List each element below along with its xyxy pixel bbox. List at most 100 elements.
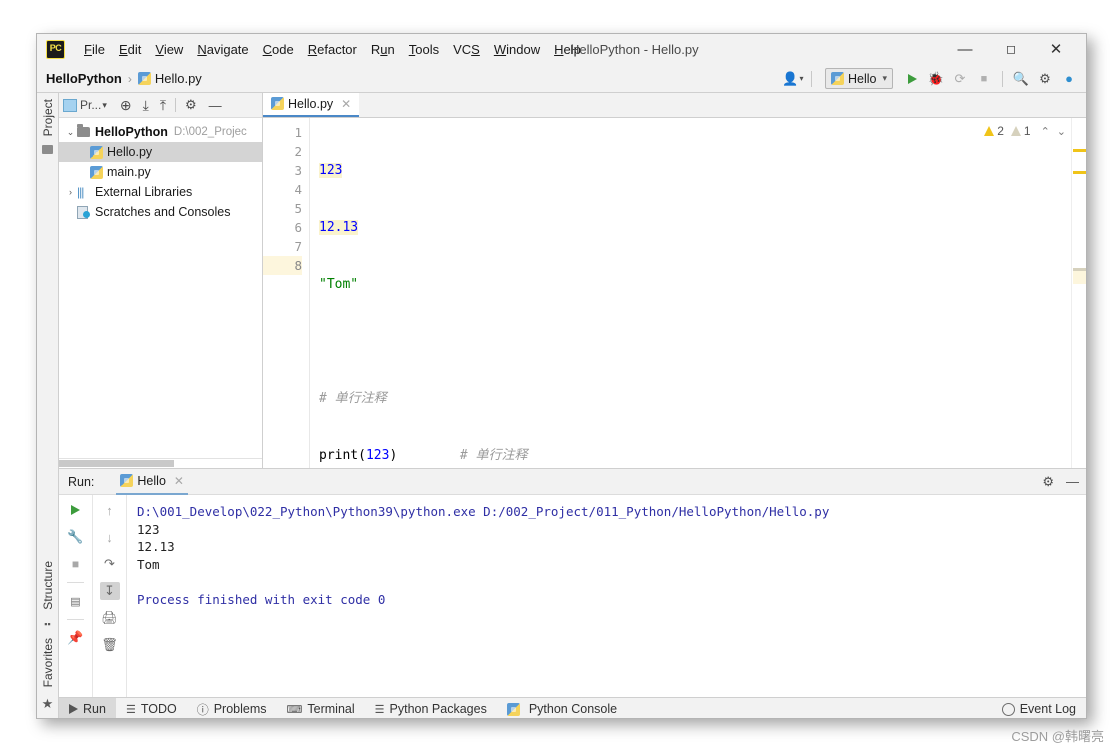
tree-row-main-py[interactable]: main.py [59,162,262,182]
stop-icon[interactable]: ■ [66,555,86,573]
breadcrumb-file[interactable]: Hello.py [155,71,202,86]
menu-edit[interactable]: Edit [112,39,148,60]
locate-file-icon[interactable]: ⊕ [116,97,136,114]
stripe-marker-warning[interactable] [1073,149,1086,152]
project-rail-folder-icon[interactable] [42,145,53,157]
tree-row-hellopython[interactable]: ⌄ HelloPython D:\002_Projec [59,122,262,142]
tree-label: HelloPython [95,125,168,139]
console-output[interactable]: D:\001_Develop\022_Python\Python39\pytho… [127,495,1086,697]
gear-icon[interactable]: ⚙ [1034,68,1056,90]
run-tab-label: Hello [137,473,166,488]
hide-panel-icon[interactable]: — [1066,474,1079,489]
chevron-down-icon[interactable]: ⌄ [64,127,77,138]
scratches-icon [77,206,90,219]
tree-label: External Libraries [95,185,193,199]
sidebar-item-favorites[interactable]: Favorites [41,632,55,693]
menu-tools[interactable]: Tools [402,39,446,60]
tab-python-console[interactable]: Python Console [497,698,627,718]
run-tool-window: Run: Hello ✕ ⚙ — 🔧 ■ ▤ 📌 ↑ ↓ ↷ ↧ 🖨 🗑 D:\… [59,468,1086,697]
star-icon[interactable]: ★ [42,696,54,712]
run-button[interactable] [901,68,923,90]
close-icon[interactable]: ✕ [341,97,351,111]
settings-wrench-icon[interactable]: 🔧 [66,528,86,546]
stop-button[interactable]: ■ [973,68,995,90]
pycharm-window: PC File Edit View Navigate Code Refactor… [36,33,1087,719]
project-tool-window: Pr... ▾ ⊕ ⤓ ⤒ ⚙ — ⌄ HelloPython D:\002_P… [59,93,263,468]
layout-icon[interactable]: ▤ [66,592,86,610]
tab-terminal[interactable]: ⌨ Terminal [277,698,365,718]
run-header-actions: ⚙ — [1042,474,1079,490]
event-log-label: Event Log [1019,702,1076,716]
rerun-icon[interactable] [66,501,86,519]
tree-label: Scratches and Consoles [95,205,231,219]
previous-problem-icon[interactable]: ⌃ [1039,125,1052,138]
code-line-5: # 单行注释 [319,389,1071,408]
search-everywhere-icon[interactable]: ● [1058,68,1080,90]
tree-row-scratches[interactable]: Scratches and Consoles [59,202,262,222]
menu-run[interactable]: Run [364,39,402,60]
python-icon [506,702,520,716]
inspection-widget[interactable]: 2 1 ⌃ ⌄ [982,123,1070,139]
maximize-button[interactable]: ◻ [991,34,1031,65]
tree-row-external-libraries[interactable]: › ||| External Libraries [59,182,262,202]
menu-vcs[interactable]: VCS [446,39,487,60]
gear-icon[interactable]: ⚙ [1042,474,1054,490]
breadcrumb: HelloPython › Hello.py [46,71,202,86]
breadcrumb-project[interactable]: HelloPython [46,71,122,86]
structure-rail-icon[interactable]: ▪▪ [44,619,50,629]
line-number-gutter: 1 2 3 4 5 6 7 8 [263,118,310,468]
run-tab-hello[interactable]: Hello ✕ [116,469,188,495]
error-stripe-marker-bar[interactable] [1071,118,1086,468]
project-view-selector[interactable]: Pr... ▾ [59,98,111,112]
account-icon[interactable]: 👤 ▾ [782,68,804,90]
tab-label: Run [83,702,106,716]
close-button[interactable]: ✕ [1036,34,1076,65]
menu-navigate[interactable]: Navigate [190,39,255,60]
tree-row-hello-py[interactable]: Hello.py [59,142,262,162]
project-settings-gear-icon[interactable]: ⚙ [181,97,201,113]
print-icon[interactable]: 🖨 [100,609,120,627]
tab-todo[interactable]: ☰ TODO [116,698,187,718]
scroll-down-icon[interactable]: ↓ [100,528,120,546]
menu-view[interactable]: View [148,39,190,60]
search-icon[interactable]: 🔍 [1010,68,1032,90]
scroll-up-icon[interactable]: ↑ [100,501,120,519]
code-token-number: 12.13 [319,220,359,235]
stripe-marker-weak[interactable] [1073,268,1086,271]
breadcrumb-separator: › [127,71,132,86]
chevron-right-icon[interactable]: › [64,187,77,197]
debug-button[interactable]: 🐞 [925,68,947,90]
minimize-button[interactable]: — [945,34,985,65]
project-horizontal-scrollbar[interactable] [59,458,262,468]
tab-run[interactable]: Run [59,698,116,718]
code-line-2: 12.13 [319,218,1071,237]
menu-file[interactable]: File [77,39,112,60]
tab-problems[interactable]: ⓘ Problems [187,698,277,718]
collapse-all-icon[interactable]: ⤒ [156,97,170,114]
menu-code[interactable]: Code [256,39,301,60]
sidebar-item-structure[interactable]: Structure [41,555,55,616]
next-problem-icon[interactable]: ⌄ [1055,125,1068,138]
close-icon[interactable]: ✕ [174,474,184,488]
stripe-marker-warning[interactable] [1073,171,1086,174]
menu-window[interactable]: Window [487,39,547,60]
expand-all-icon[interactable]: ⤓ [139,97,153,114]
code-text[interactable]: 123 12.13 "Tom" # 单行注释 print(123) # 单行注释… [310,118,1071,468]
clear-all-icon[interactable]: 🗑 [100,636,120,654]
hide-panel-icon[interactable]: — [205,98,226,113]
editor-tab-hello-py[interactable]: Hello.py ✕ [263,92,360,117]
main-body: Project Structure ▪▪ Favorites ★ Pr... ▾… [37,92,1086,718]
sidebar-item-project[interactable]: Project [41,93,55,142]
run-actions-column-right: ↑ ↓ ↷ ↧ 🖨 🗑 [93,495,127,697]
event-log-button[interactable]: Event Log [1001,702,1076,716]
scrollbar-thumb[interactable] [59,460,174,467]
soft-wrap-icon[interactable]: ↷ [100,555,120,573]
run-configuration-selector[interactable]: Hello ▾ [824,68,893,89]
scroll-to-end-icon[interactable]: ↧ [99,582,120,600]
pin-icon[interactable]: 📌 [66,629,86,647]
run-coverage-button[interactable]: ⟳ [949,68,971,90]
menu-refactor[interactable]: Refactor [301,39,364,60]
project-tree: ⌄ HelloPython D:\002_Projec Hello.py mai… [59,118,262,458]
tab-python-packages[interactable]: ☰ Python Packages [365,698,497,718]
